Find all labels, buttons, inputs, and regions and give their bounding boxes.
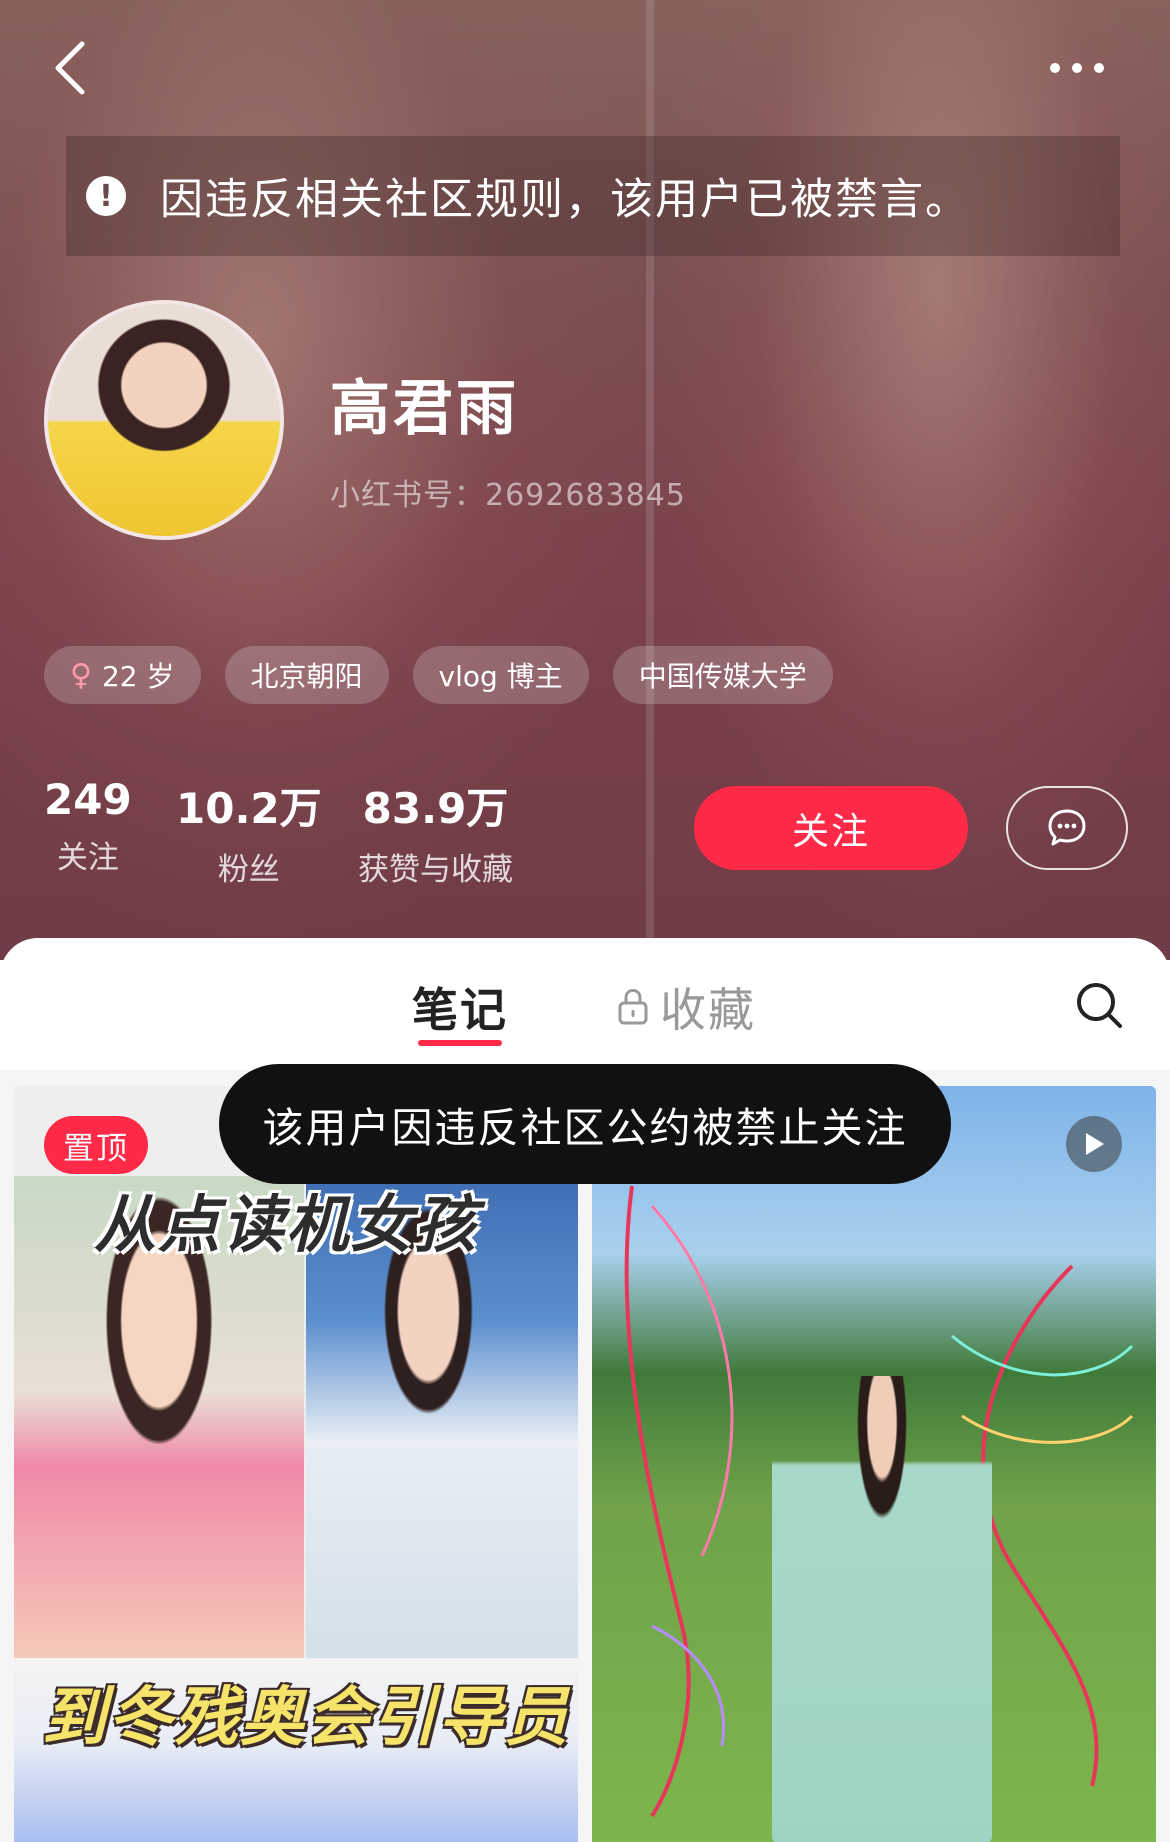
lock-icon <box>618 988 648 1025</box>
pinned-badge: 置顶 <box>44 1116 148 1174</box>
avatar[interactable] <box>44 300 284 540</box>
tag-school: 中国传媒大学 <box>612 646 833 704</box>
ban-notice-banner: ! 因违反相关社区规则，该用户已被禁言。 <box>66 136 1120 256</box>
female-icon: ♀ <box>70 657 92 693</box>
more-dot-icon <box>1094 63 1104 73</box>
more-dot-icon <box>1072 63 1082 73</box>
stat-following[interactable]: 249 关注 <box>44 775 132 877</box>
stat-following-label: 关注 <box>56 840 119 876</box>
tag-age-label: 22 岁 <box>101 660 175 693</box>
stat-followers-value: 10.2万 <box>176 784 322 833</box>
chevron-left-icon <box>55 41 85 95</box>
tag-location: 北京朝阳 <box>224 646 389 704</box>
follow-button[interactable]: 关注 <box>694 786 968 870</box>
back-button[interactable] <box>48 38 98 98</box>
tab-bar: 笔记 收藏 <box>0 938 1170 1070</box>
search-icon <box>1077 983 1122 1028</box>
note-card-pinned[interactable]: 从点读机女孩 到冬残奥会引导员 置顶 <box>14 1086 578 1842</box>
ban-notice-text: 因违反相关社区规则，该用户已被禁言。 <box>160 175 970 225</box>
toast-message: 该用户因违反社区公约被禁止关注 <box>219 1064 951 1184</box>
search-button[interactable] <box>1074 980 1126 1032</box>
chat-bubble-icon <box>1048 809 1086 846</box>
profile-header: ! 因违反相关社区规则，该用户已被禁言。 高君雨 小红书号：2692683845… <box>0 0 1170 960</box>
tab-active-indicator <box>418 1040 502 1046</box>
note-title-bottom: 到冬残奥会引导员 <box>42 1681 570 1755</box>
username: 高君雨 <box>330 374 519 444</box>
tab-notes[interactable]: 笔记 <box>412 974 508 1040</box>
play-icon <box>1086 1133 1104 1155</box>
user-id: 小红书号：2692683845 <box>330 478 686 513</box>
note-card-video[interactable] <box>592 1086 1156 1842</box>
more-options-button[interactable] <box>1050 56 1122 80</box>
note-title-top: 从点读机女孩 <box>94 1188 479 1261</box>
tab-collections-label: 收藏 <box>660 983 756 1037</box>
note-image-person <box>772 1376 992 1842</box>
message-button[interactable] <box>1006 786 1128 870</box>
tag-age: ♀ 22 岁 <box>44 646 201 704</box>
stat-followers-label: 粉丝 <box>217 852 280 888</box>
more-dot-icon <box>1050 63 1060 73</box>
video-indicator <box>1066 1116 1122 1172</box>
exclamation-icon: ! <box>86 176 126 216</box>
profile-tags: ♀ 22 岁 北京朝阳 vlog 博主 中国传媒大学 <box>44 646 833 704</box>
stat-likes-value: 83.9万 <box>362 784 509 833</box>
stat-likes[interactable]: 83.9万 获赞与收藏 <box>358 775 513 889</box>
stat-followers[interactable]: 10.2万 粉丝 <box>176 775 322 889</box>
stat-likes-label: 获赞与收藏 <box>358 852 513 888</box>
tab-collections[interactable]: 收藏 <box>616 974 756 1040</box>
tag-occupation: vlog 博主 <box>412 646 589 704</box>
stat-following-value: 249 <box>44 775 132 824</box>
